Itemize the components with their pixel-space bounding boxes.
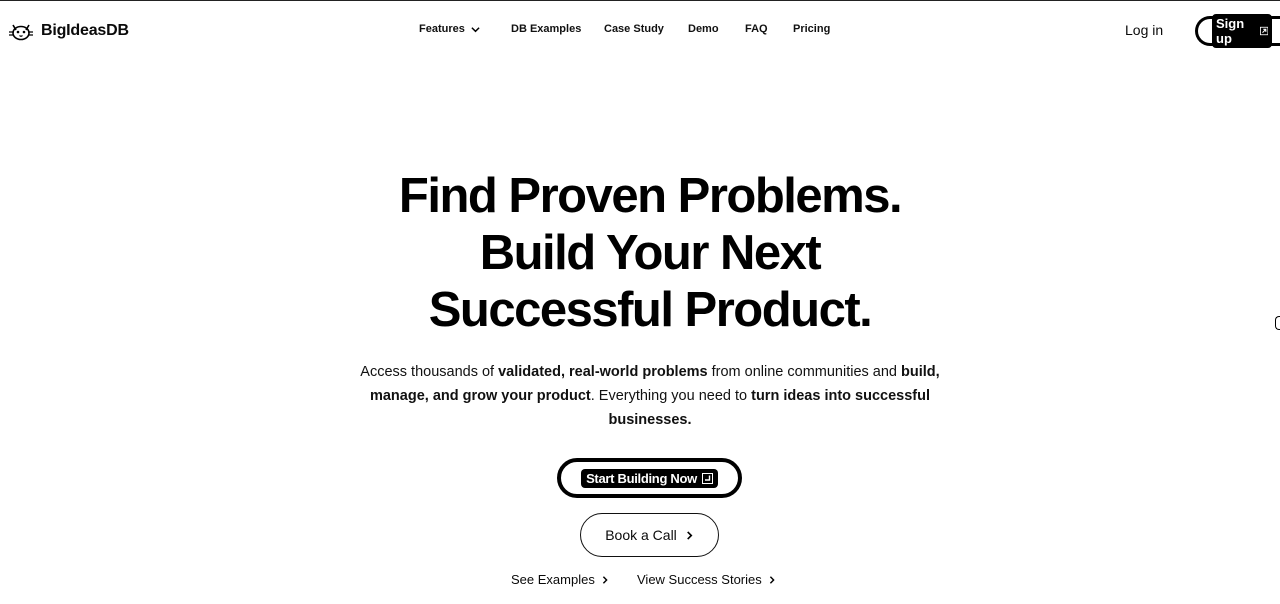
book-call-button[interactable]: Book a Call xyxy=(580,513,719,557)
subtitle-text: Access thousands of xyxy=(360,364,499,380)
login-link[interactable]: Log in xyxy=(1125,22,1163,38)
signup-button[interactable]: Sign up xyxy=(1195,14,1280,48)
nav-item-label: Features xyxy=(419,23,465,35)
start-building-label: Start Building Now xyxy=(586,470,697,486)
chevron-right-icon xyxy=(769,575,775,584)
subtitle-emphasis: build, xyxy=(901,364,940,380)
subtitle-emphasis: businesses. xyxy=(608,412,692,428)
main-nav: Features DB Examples Case Study Demo FAQ… xyxy=(0,23,1280,39)
enter-icon xyxy=(701,472,713,484)
see-examples-label: See Examples xyxy=(511,572,595,587)
hero-title: Find Proven Problems. Build Your Next Su… xyxy=(300,168,1000,339)
success-stories-link[interactable]: View Success Stories xyxy=(637,572,776,587)
nav-item-label: Demo xyxy=(688,23,719,35)
signup-label: Sign up xyxy=(1216,16,1245,46)
chevron-down-icon xyxy=(471,26,480,32)
nav-item-db-examples[interactable]: DB Examples xyxy=(511,23,581,35)
subtitle-emphasis: turn ideas into successful xyxy=(751,388,931,404)
subtitle-emphasis: manage, and grow your product xyxy=(369,388,591,404)
nav-item-demo[interactable]: Demo xyxy=(688,23,719,35)
chevron-right-icon xyxy=(602,575,608,584)
subtitle-text: . Everything you need to xyxy=(590,388,752,404)
hero-title-line: Find Proven Problems. xyxy=(398,169,903,223)
book-call-label: Book a Call xyxy=(605,527,677,543)
subtitle-emphasis: validated, real-world problems xyxy=(498,364,708,380)
see-examples-link[interactable]: See Examples xyxy=(511,572,609,587)
success-stories-label: View Success Stories xyxy=(637,572,762,587)
chevron-right-icon xyxy=(686,530,693,540)
site-header: BigIdeasDB Features DB Examples Case Stu… xyxy=(0,0,1280,60)
arrow-up-right-icon xyxy=(1259,26,1268,36)
subtitle-text: from online communities and xyxy=(707,364,902,380)
nav-item-case-study[interactable]: Case Study xyxy=(604,23,664,35)
hero-title-line: Successful Product. xyxy=(428,283,873,337)
nav-item-label: FAQ xyxy=(745,23,768,35)
nav-item-label: DB Examples xyxy=(511,23,582,35)
nav-item-pricing[interactable]: Pricing xyxy=(793,23,830,35)
signup-button-content: Sign up xyxy=(1212,14,1272,48)
landing-page: BigIdeasDB Features DB Examples Case Stu… xyxy=(0,0,1280,604)
nav-item-features[interactable]: Features xyxy=(419,23,480,35)
nav-item-label: Pricing xyxy=(793,23,831,35)
start-building-button[interactable]: Start Building Now xyxy=(557,458,742,498)
nav-item-faq[interactable]: FAQ xyxy=(745,23,768,35)
start-building-content: Start Building Now xyxy=(581,468,718,488)
hero-subtitle: Access thousands of validated, real-worl… xyxy=(330,360,970,432)
floating-widget-tab[interactable] xyxy=(1275,316,1280,330)
secondary-links: See Examples View Success Stories xyxy=(0,572,1280,590)
hero-title-line: Build Your Next xyxy=(479,226,822,280)
nav-item-label: Case Study xyxy=(604,23,664,35)
